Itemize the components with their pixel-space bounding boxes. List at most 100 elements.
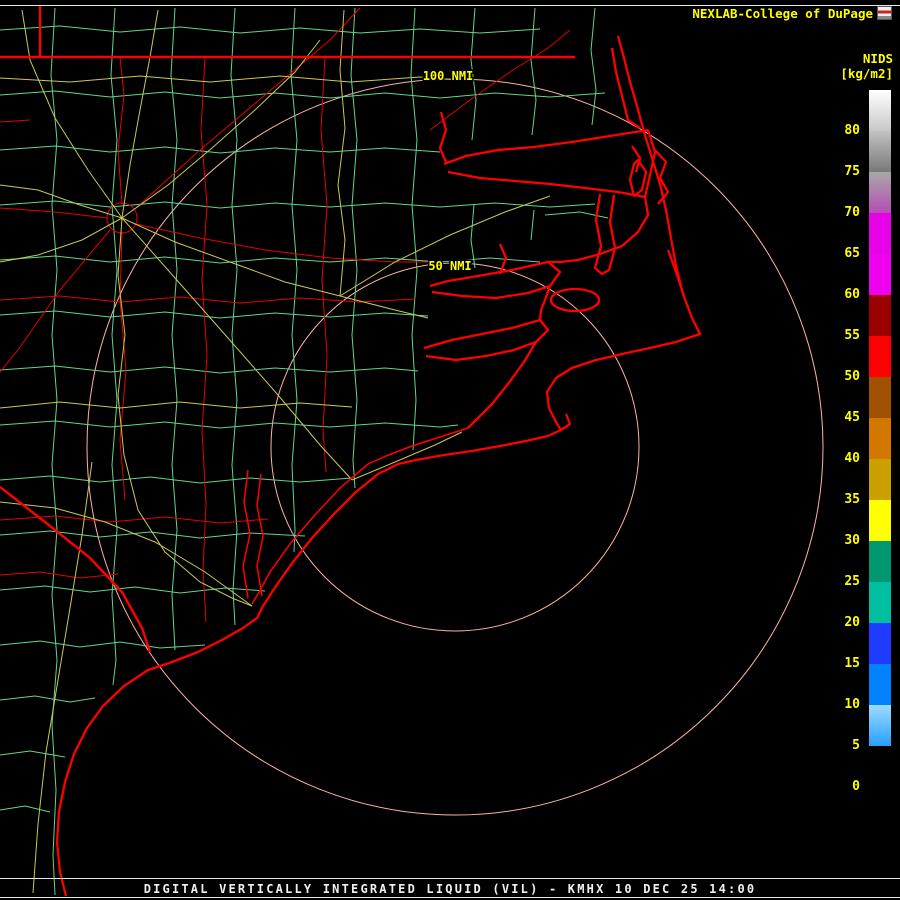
alligator-river-west xyxy=(593,193,617,276)
colorbar-segment-65-70 xyxy=(869,213,891,254)
county-line xyxy=(0,420,459,429)
colorbar xyxy=(869,90,891,787)
colorbar-tick-15: 15 xyxy=(844,656,860,671)
cape-lookout-hook xyxy=(560,413,572,431)
colorbar-tick-35: 35 xyxy=(844,492,860,507)
core-sound-shore xyxy=(467,341,537,429)
county-line xyxy=(544,211,609,219)
red-line xyxy=(135,7,361,209)
ring-label-100nmi: 100 NMI xyxy=(423,69,474,83)
cape-fear-river-east xyxy=(256,473,264,597)
colorbar-segment-55-60 xyxy=(869,295,891,336)
colorbar-segment-5-10 xyxy=(869,705,891,746)
colorbar-tick-65: 65 xyxy=(844,246,860,261)
colorbar-tick-10: 10 xyxy=(844,697,860,712)
county-line xyxy=(530,209,535,241)
range-ring-50nmi xyxy=(270,262,640,632)
base-map: 100 NMI 50 NMI xyxy=(0,5,824,897)
colorbar-tick-40: 40 xyxy=(844,451,860,466)
range-ring-100nmi xyxy=(86,78,824,816)
county-line xyxy=(410,7,418,451)
road-line xyxy=(121,217,429,319)
colorbar-segment->80 xyxy=(869,90,891,131)
colorbar-segment-35-40 xyxy=(869,459,891,500)
county-line xyxy=(530,7,537,136)
road-line xyxy=(21,9,123,219)
colorbar-tick-50: 50 xyxy=(844,369,860,384)
county-line xyxy=(590,7,597,126)
range-rings xyxy=(86,78,824,816)
colorbar-segment-15-20 xyxy=(869,623,891,664)
colorbar-segment-25-30 xyxy=(869,541,891,582)
colorbar-segment-10-15 xyxy=(869,664,891,705)
road-line xyxy=(0,217,123,263)
brand-text: NEXLAB-College of DuPage xyxy=(692,6,873,21)
radar-display: 100 NMI 50 NMI NEXLAB-College of DuPage … xyxy=(0,0,900,900)
county-line xyxy=(0,200,596,209)
county-line xyxy=(0,310,429,319)
product-title: DIGITAL VERTICALLY INTEGRATED LIQUID (VI… xyxy=(143,881,757,896)
red-line xyxy=(320,56,328,473)
colorbar-segment-70-75 xyxy=(869,172,891,213)
ring-label-50nmi: 50 NMI xyxy=(428,259,471,273)
state-borders xyxy=(0,5,575,653)
colorbar-segment-0-5 xyxy=(869,746,891,787)
red-line xyxy=(0,207,109,219)
county-line xyxy=(0,90,606,99)
county-line xyxy=(0,805,51,813)
shore-detail xyxy=(242,427,469,605)
colorbar-tick-25: 25 xyxy=(844,574,860,589)
albemarle-north-shore xyxy=(443,128,649,166)
road-line xyxy=(121,39,321,219)
colorbar-tick-0: 0 xyxy=(852,779,860,794)
coastline xyxy=(55,35,702,897)
colorbar-header: NIDS [kg/m2] xyxy=(840,51,893,81)
county-line xyxy=(290,7,298,553)
colorbar-segment-30-35 xyxy=(869,500,891,541)
road-line xyxy=(0,75,471,83)
county-line xyxy=(50,7,58,896)
colorbar-segment-60-65 xyxy=(869,254,891,295)
neuse-river-north xyxy=(423,318,541,350)
colorbar-title: NIDS xyxy=(862,51,893,66)
red-line xyxy=(117,56,125,205)
county-line xyxy=(0,145,441,154)
colorbar-tick-45: 45 xyxy=(844,410,860,425)
colorbar-tick-80: 80 xyxy=(844,123,860,138)
colorbar-tick-20: 20 xyxy=(844,615,860,630)
colorbar-segment-75-80 xyxy=(869,131,891,172)
colorbar-segment-40-45 xyxy=(869,418,891,459)
albemarle-south-shore xyxy=(447,170,646,199)
colorbar-tick-55: 55 xyxy=(844,328,860,343)
colorbar-tick-30: 30 xyxy=(844,533,860,548)
cod-logo-icon xyxy=(877,6,892,20)
colorbar-tick-labels: 80 75 70 65 60 55 50 45 40 35 30 25 20 15 10 5 0 xyxy=(828,90,864,794)
red-line xyxy=(0,119,31,123)
county-line xyxy=(0,25,541,34)
road-line xyxy=(121,9,159,219)
county-lines xyxy=(0,7,609,896)
colorbar-segment-20-25 xyxy=(869,582,891,623)
hatteras-inner xyxy=(666,249,686,297)
colorbar-tick-75: 75 xyxy=(844,164,860,179)
road-line xyxy=(351,431,463,481)
chowan-river xyxy=(438,111,448,163)
county-line xyxy=(0,695,96,703)
road-line xyxy=(121,217,353,481)
road-line xyxy=(117,217,253,607)
outer-banks-coast xyxy=(55,35,702,897)
county-line xyxy=(350,7,358,489)
colorbar-segment-45-50 xyxy=(869,377,891,418)
red-line xyxy=(0,571,119,579)
colorbar-tick-70: 70 xyxy=(844,205,860,220)
colorbar-segment-50-55 xyxy=(869,336,891,377)
boundary-lines xyxy=(0,7,571,623)
footer-separator-bottom xyxy=(0,897,900,898)
footer-separator-top xyxy=(0,878,900,879)
pamlico-neuse-shore xyxy=(538,285,552,321)
road-line xyxy=(32,461,93,894)
county-line xyxy=(0,750,66,758)
colorbar-tick-60: 60 xyxy=(844,287,860,302)
colorbar-units: [kg/m2] xyxy=(840,66,893,81)
red-line xyxy=(135,223,430,263)
